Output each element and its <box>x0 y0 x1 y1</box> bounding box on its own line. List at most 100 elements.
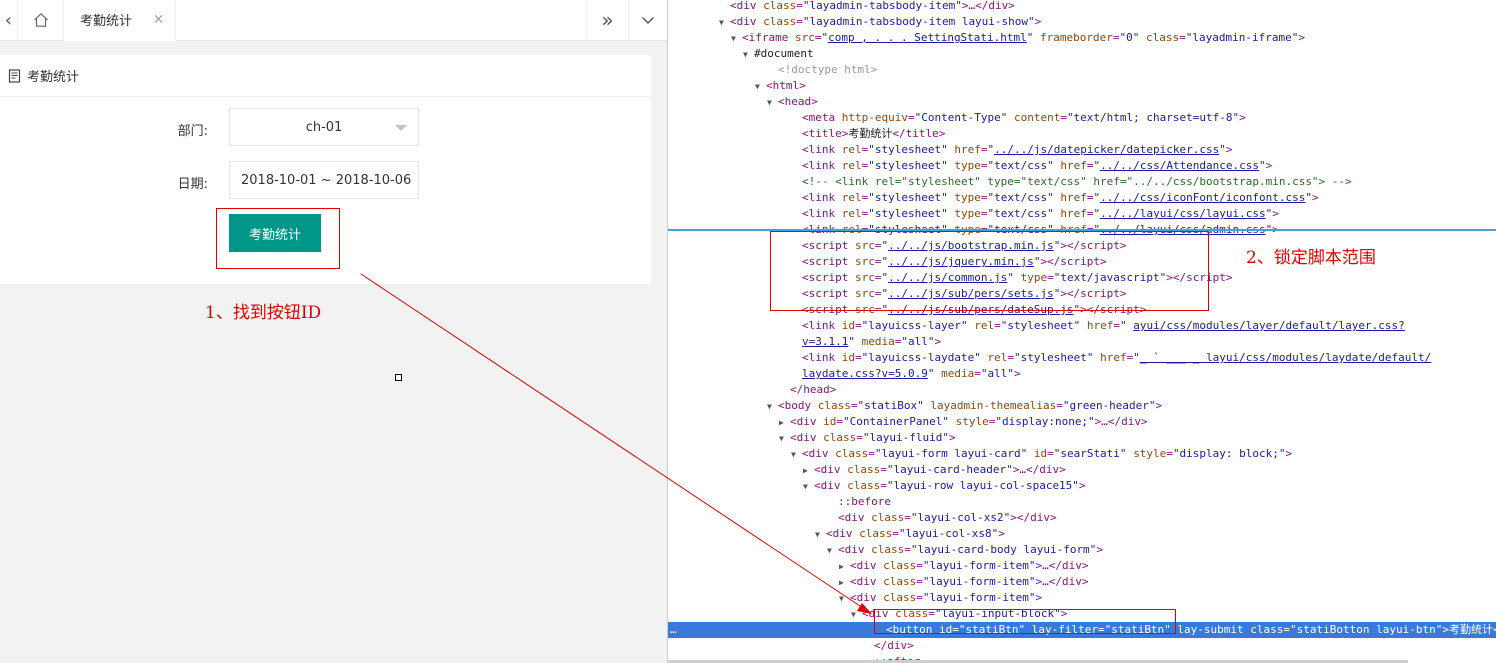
annotation-step-2: 2、锁定脚本范围 <box>1246 248 1376 268</box>
dom-node[interactable]: ▼ <head> <box>668 94 1496 110</box>
dom-node-markup: <iframe src="comp , . . . SettingStati.h… <box>742 31 1305 44</box>
date-range-input[interactable]: 2018-10-01 ~ 2018-10-06 <box>229 161 419 199</box>
dom-node[interactable]: <!-- <link rel="stylesheet" type="text/c… <box>668 174 1496 190</box>
dom-node[interactable]: ▼ <html> <box>668 78 1496 94</box>
dom-node-markup: <link id="layuicss-layer" rel="styleshee… <box>802 319 1405 332</box>
dom-node[interactable]: </head> <box>668 382 1496 398</box>
dom-node[interactable]: v=3.1.1" media="all"> <box>668 334 1496 350</box>
dom-node[interactable]: ::before <box>668 494 1496 510</box>
document-icon <box>8 68 21 83</box>
dom-node[interactable]: <link rel="stylesheet" type="text/css" h… <box>668 190 1496 206</box>
dom-node-markup: <link rel="stylesheet" type="text/css" h… <box>802 207 1279 220</box>
dom-node[interactable]: <title>考勤统计</title> <box>668 126 1496 142</box>
dom-node-markup: <meta http-equiv="Content-Type" content=… <box>802 111 1246 124</box>
expand-triangle-icon[interactable]: ▼ <box>815 527 826 543</box>
dom-node-markup: <div class="layui-form-item">…</div> <box>850 575 1089 588</box>
expand-triangle-icon[interactable]: ▼ <box>719 15 730 31</box>
collapse-triangle-icon[interactable]: ▶ <box>839 575 850 591</box>
dom-node[interactable]: <link rel="stylesheet" type="text/css" h… <box>668 158 1496 174</box>
dom-node-markup: <!-- <link rel="stylesheet" type="text/c… <box>802 175 1352 188</box>
annotation-step-1: 1、找到按钮ID <box>205 303 322 323</box>
dom-node[interactable]: laydate.css?v=5.0.9" media="all"> <box>668 366 1496 382</box>
dom-node[interactable]: <link id="layuicss-layer" rel="styleshee… <box>668 318 1496 334</box>
expand-triangle-icon[interactable]: ▼ <box>839 591 850 607</box>
dom-node[interactable]: ▶ <div class="layui-form-item">…</div> <box>668 558 1496 574</box>
dom-node-markup: <div class="layui-fluid"> <box>790 431 956 444</box>
annotation-box-button <box>216 208 340 269</box>
expand-triangle-icon[interactable]: ▼ <box>791 447 802 463</box>
dom-node-markup: <div class="layui-col-xs2"></div> <box>838 511 1057 524</box>
dom-node-markup: <div class="layadmin-tabsbody-item layui… <box>730 15 1042 28</box>
close-icon[interactable]: × <box>153 12 164 27</box>
tab-attendance-stats[interactable]: 考勤统计 × <box>64 0 176 41</box>
home-tab-button[interactable] <box>18 0 64 40</box>
dom-node[interactable]: </div> <box>668 638 1496 654</box>
dom-node-markup: v=3.1.1" media="all"> <box>802 335 942 348</box>
expand-triangle-icon[interactable]: ▼ <box>743 47 754 63</box>
dom-node-markup: laydate.css?v=5.0.9" media="all"> <box>802 367 1021 380</box>
dept-select[interactable]: ch-01 <box>229 108 419 146</box>
dom-node[interactable]: <div class="layui-col-xs2"></div> <box>668 510 1496 526</box>
expand-triangle-icon[interactable]: ▼ <box>731 31 742 47</box>
dom-node-markup: <div class="layui-form-item"> <box>850 591 1043 604</box>
collapse-triangle-icon[interactable]: ▶ <box>803 463 814 479</box>
dom-node-markup: <div class="layui-col-xs8"> <box>826 527 1005 540</box>
dom-node[interactable]: ▼ <div class="layadmin-tabsbody-item layu… <box>668 14 1496 30</box>
date-label: 日期: <box>177 177 208 192</box>
dom-node[interactable]: ▶ <div class="layui-form-item">…</div> <box>668 574 1496 590</box>
dom-node-markup: <head> <box>778 95 818 108</box>
dom-node-markup: <div class="layui-card-header">…</div> <box>814 463 1066 476</box>
tab-label: 考勤统计 <box>80 14 133 29</box>
dom-node[interactable]: ▼ <div class="layui-row layui-col-space15… <box>668 478 1496 494</box>
tab-menu-button[interactable] <box>628 0 667 40</box>
dom-node[interactable]: <link rel="stylesheet" type="text/css" h… <box>668 206 1496 222</box>
dom-node[interactable]: <link rel="stylesheet" href="../../js/da… <box>668 142 1496 158</box>
dom-node[interactable]: ▶ <div class="layui-card-header">…</div> <box>668 462 1496 478</box>
home-icon <box>33 12 48 27</box>
more-icon[interactable]: … <box>670 622 677 638</box>
collapse-triangle-icon[interactable]: ▶ <box>779 415 790 431</box>
devtools-elements-panel: <div class="layadmin-tabsbody-item">…</d… <box>667 0 1496 663</box>
dom-node[interactable]: ▼ <body class="statiBox" layadmin-themeal… <box>668 398 1496 414</box>
dom-node-markup: <link rel="stylesheet" type="text/css" h… <box>802 191 1319 204</box>
dom-node[interactable]: <meta http-equiv="Content-Type" content=… <box>668 110 1496 126</box>
dom-node-markup: <div class="layui-form-item">…</div> <box>850 559 1089 572</box>
dom-node-markup: <title>考勤统计</title> <box>802 127 946 140</box>
expand-triangle-icon[interactable]: ▼ <box>803 479 814 495</box>
expand-triangle-icon[interactable]: ▼ <box>851 607 862 623</box>
expand-triangle-icon[interactable]: ▼ <box>755 79 766 95</box>
collapse-triangle-icon[interactable]: ▶ <box>839 559 850 575</box>
dom-node[interactable]: ▼ <div class="layui-card-body layui-form"… <box>668 542 1496 558</box>
card-header: 考勤统计 <box>0 55 651 97</box>
chevron-left-icon: ‹ <box>4 9 13 31</box>
dom-node[interactable]: <div class="layadmin-tabsbody-item">…</d… <box>668 0 1496 14</box>
expand-triangle-icon[interactable]: ▼ <box>827 543 838 559</box>
cursor-marker <box>395 374 402 381</box>
expand-triangle-icon[interactable]: ▼ <box>767 95 778 111</box>
dom-node[interactable]: <link id="layuicss-laydate" rel="stylesh… <box>668 350 1496 366</box>
dom-node[interactable]: ▼ <iframe src="comp , . . . SettingStati.… <box>668 30 1496 46</box>
dom-node[interactable]: ▼ <div class="layui-fluid"> <box>668 430 1496 446</box>
dom-node[interactable]: ▼ <div class="layui-form layui-card" id="… <box>668 446 1496 462</box>
dom-node[interactable]: ▼ #document <box>668 46 1496 62</box>
dom-node[interactable]: ▶ <div id="ContainerPanel" style="display… <box>668 414 1496 430</box>
dom-node-markup: #document <box>754 47 814 60</box>
dom-node[interactable]: <!doctype html> <box>668 62 1496 78</box>
dom-node[interactable]: ▼ <div class="layui-form-item"> <box>668 590 1496 606</box>
dom-node-markup: </head> <box>790 383 837 396</box>
tab-more-button[interactable]: » <box>586 0 628 40</box>
dom-node-markup: <link rel="stylesheet" type="text/css" h… <box>802 159 1273 172</box>
chevron-down-icon <box>642 17 654 24</box>
dom-node-markup: <div class="layadmin-tabsbody-item">…</d… <box>730 0 1015 12</box>
app-pane: ‹ 考勤统计 × » 考勤统计 部门: ch-01 日期: 2018-10-01… <box>0 0 667 663</box>
tab-bar: ‹ 考勤统计 × » <box>0 0 667 41</box>
dom-node[interactable]: ▼ <div class="layui-col-xs8"> <box>668 526 1496 542</box>
dom-node-markup: <div id="ContainerPanel" style="display:… <box>790 415 1148 428</box>
caret-down-icon <box>395 125 407 131</box>
dom-node-markup: <html> <box>766 79 806 92</box>
dom-node-markup: <div class="layui-card-body layui-form"> <box>838 543 1103 556</box>
expand-triangle-icon[interactable]: ▼ <box>767 399 778 415</box>
expand-triangle-icon[interactable]: ▼ <box>779 431 790 447</box>
tab-prev-button[interactable]: ‹ <box>0 0 18 40</box>
annotation-box-button-id <box>874 609 1176 634</box>
